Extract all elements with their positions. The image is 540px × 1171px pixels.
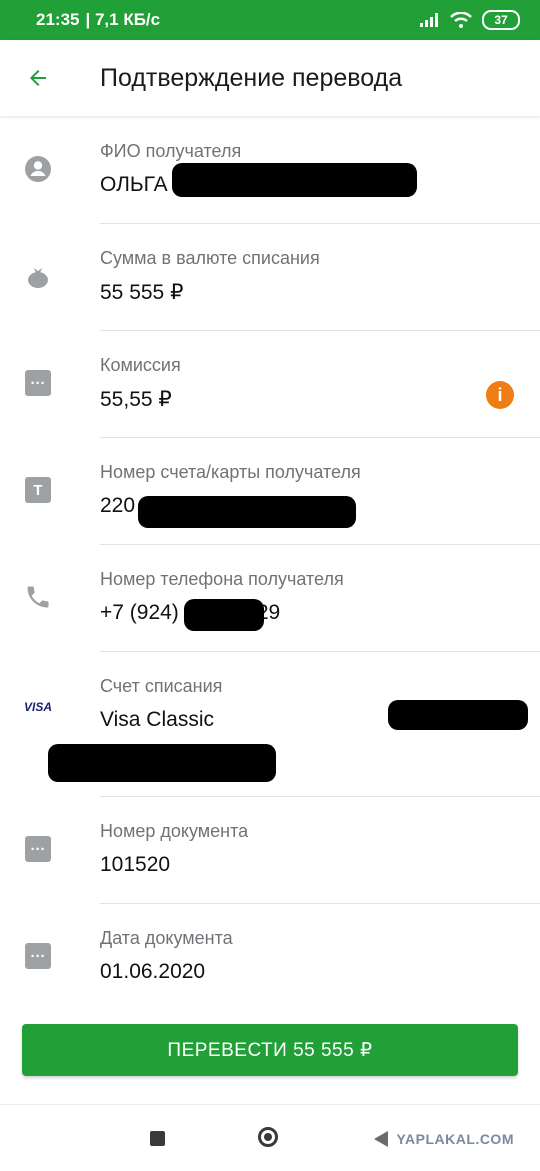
recipient-account-value: 220 xyxy=(100,494,136,517)
signal-icon xyxy=(420,13,438,27)
commission-label: Комиссия xyxy=(100,355,181,375)
row-document-number: ··· Номер документа 101520 xyxy=(0,797,540,904)
person-icon xyxy=(25,156,51,182)
phone-prefix: +7 (924) xyxy=(100,601,179,624)
row-debit-account: VISA Счет списания Visa Classic xyxy=(0,652,540,797)
status-time: 21:35 xyxy=(36,10,80,29)
more-dots-icon: ··· xyxy=(25,943,51,969)
transfer-details-list: ФИО получателя ОЛЬГА Сумма в валюте спис… xyxy=(0,117,540,1011)
recipient-name-value: ОЛЬГА xyxy=(100,173,168,196)
recipient-phone-label: Номер телефона получателя xyxy=(100,569,344,589)
back-arrow-icon[interactable] xyxy=(26,66,50,90)
redaction-mark xyxy=(48,744,276,782)
wifi-icon xyxy=(450,12,472,28)
row-recipient-phone: Номер телефона получателя +7 (924) 29 xyxy=(0,545,540,652)
watermark: YAPLAKAL.COM xyxy=(396,1131,514,1147)
redaction-mark xyxy=(138,496,356,528)
battery-icon: 37 xyxy=(482,10,520,30)
debit-account-label: Счет списания xyxy=(100,676,223,696)
recipient-name-label: ФИО получателя xyxy=(100,141,242,161)
row-commission: ··· Комиссия 55,55 ₽ i xyxy=(0,331,540,438)
redaction-mark xyxy=(172,163,417,197)
system-nav-bar: YAPLAKAL.COM xyxy=(0,1104,540,1171)
commission-value: 55,55 ₽ xyxy=(100,388,172,411)
row-recipient-name: ФИО получателя ОЛЬГА xyxy=(0,117,540,224)
document-date-label: Дата документа xyxy=(100,928,233,948)
money-bag-icon xyxy=(28,268,48,288)
amount-label: Сумма в валюте списания xyxy=(100,248,320,268)
home-icon[interactable] xyxy=(258,1127,278,1147)
document-date-value: 01.06.2020 xyxy=(100,960,206,983)
amount-value: 55 555 ₽ xyxy=(100,281,184,304)
row-document-date: ··· Дата документа 01.06.2020 xyxy=(0,904,540,1011)
recents-icon[interactable] xyxy=(150,1131,165,1146)
row-amount: Сумма в валюте списания 55 555 ₽ xyxy=(0,224,540,331)
status-network-speed: | 7,1 КБ/с xyxy=(85,10,161,29)
back-triangle-icon[interactable] xyxy=(374,1131,388,1147)
status-bar: 21:35 | 7,1 КБ/с 37 xyxy=(0,0,540,40)
row-recipient-account: T Номер счета/карты получателя 220 xyxy=(0,438,540,545)
transfer-button[interactable]: ПЕРЕВЕСТИ 55 555 ₽ xyxy=(22,1024,518,1076)
page-title: Подтверждение перевода xyxy=(100,63,403,92)
visa-icon: VISA xyxy=(24,700,53,714)
text-badge-icon: T xyxy=(25,477,51,503)
phone-icon xyxy=(27,586,49,608)
document-number-label: Номер документа xyxy=(100,821,249,841)
info-icon[interactable]: i xyxy=(486,381,514,409)
debit-account-value: Visa Classic xyxy=(100,708,214,731)
redaction-mark xyxy=(388,700,528,730)
document-number-value: 101520 xyxy=(100,853,171,876)
more-dots-icon: ··· xyxy=(25,370,51,396)
more-dots-icon: ··· xyxy=(25,836,51,862)
recipient-account-label: Номер счета/карты получателя xyxy=(100,462,361,482)
redaction-mark xyxy=(184,599,264,631)
top-app-bar: Подтверждение перевода xyxy=(0,40,540,116)
